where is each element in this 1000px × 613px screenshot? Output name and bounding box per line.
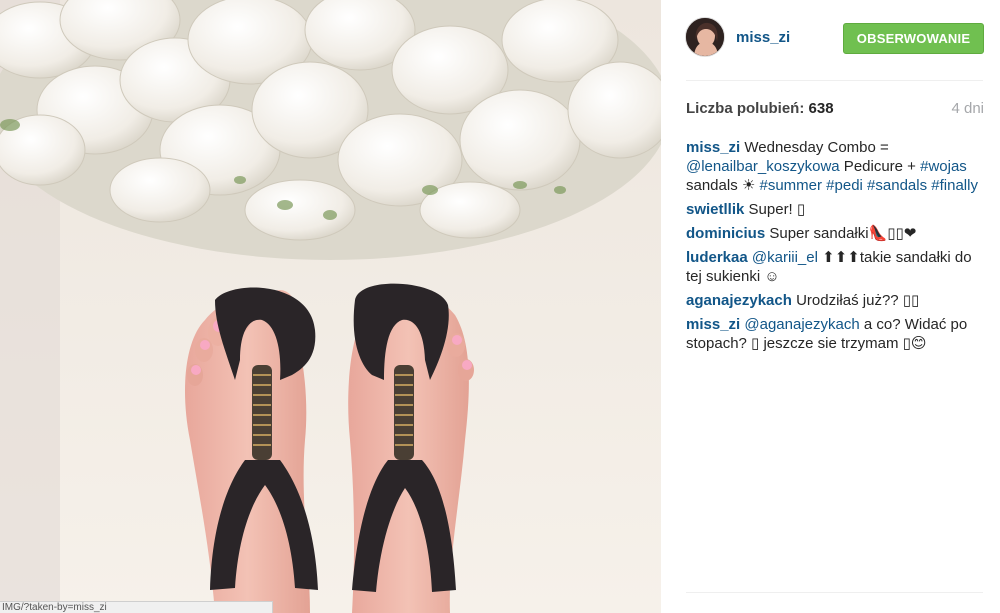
avatar[interactable]: [685, 17, 725, 57]
post-time-ago[interactable]: 4 dni: [951, 100, 984, 117]
comment-text: Urodziłaś już?? ▯▯: [796, 292, 920, 309]
comment-author[interactable]: aganajezykach: [686, 292, 792, 309]
comment-text: Super sandałki👠▯▯❤: [769, 225, 917, 242]
hashtag[interactable]: #summer: [759, 177, 822, 194]
caption-text: Pedicure +: [839, 158, 921, 175]
comment-mention[interactable]: @kariii_el: [752, 249, 818, 266]
comment-mention[interactable]: @aganajezykach: [744, 316, 859, 333]
caption-author[interactable]: miss_zi: [686, 139, 740, 156]
post-side-panel: miss_zi OBSERWOWANIE Liczba polubień: 63…: [661, 0, 1000, 613]
likes-count: 638: [808, 100, 834, 117]
caption-text: Wednesday Combo =: [744, 139, 889, 156]
comment-item: swietllik Super! ▯: [686, 200, 986, 219]
post-author-username[interactable]: miss_zi: [736, 29, 790, 46]
comment-author[interactable]: miss_zi: [686, 316, 740, 333]
caption-mention[interactable]: @lenailbar_koszykowa: [686, 158, 840, 175]
hashtag[interactable]: #sandals: [867, 177, 927, 194]
comment-author[interactable]: swietllik: [686, 201, 744, 218]
avatar-icon: [686, 18, 724, 56]
photo-illustration: [0, 0, 661, 613]
comment-item: dominicius Super sandałki👠▯▯❤: [686, 224, 986, 243]
caption: miss_zi Wednesday Combo = @lenailbar_kos…: [686, 138, 986, 195]
likes-label: Liczba polubień:: [686, 100, 805, 117]
comments-list: miss_zi Wednesday Combo = @lenailbar_kos…: [686, 138, 986, 358]
caption-text: sandals ☀: [686, 177, 760, 194]
comment-text: Super! ▯: [748, 201, 806, 218]
comment-item: aganajezykach Urodziłaś już?? ▯▯: [686, 291, 986, 310]
comment-item: miss_zi @aganajezykach a co? Widać po st…: [686, 315, 986, 353]
comment-item: luderkaa @kariii_el ⬆⬆⬆takie sandałki do…: [686, 248, 986, 286]
follow-button[interactable]: OBSERWOWANIE: [843, 23, 984, 54]
hashtag[interactable]: #finally: [931, 177, 978, 194]
footer-divider: [686, 592, 983, 593]
header-divider: [686, 80, 983, 81]
comment-author[interactable]: dominicius: [686, 225, 765, 242]
likes-row: Liczba polubień: 638 4 dni: [686, 100, 984, 120]
hashtag[interactable]: #pedi: [826, 177, 863, 194]
comment-author[interactable]: luderkaa: [686, 249, 748, 266]
post-header: miss_zi OBSERWOWANIE: [661, 0, 1000, 80]
likes-summary[interactable]: Liczba polubień: 638: [686, 100, 834, 117]
post-photo[interactable]: IMG/?taken-by=miss_zi: [0, 0, 661, 613]
hashtag[interactable]: #wojas: [920, 158, 967, 175]
status-bar-url: IMG/?taken-by=miss_zi: [0, 601, 273, 613]
